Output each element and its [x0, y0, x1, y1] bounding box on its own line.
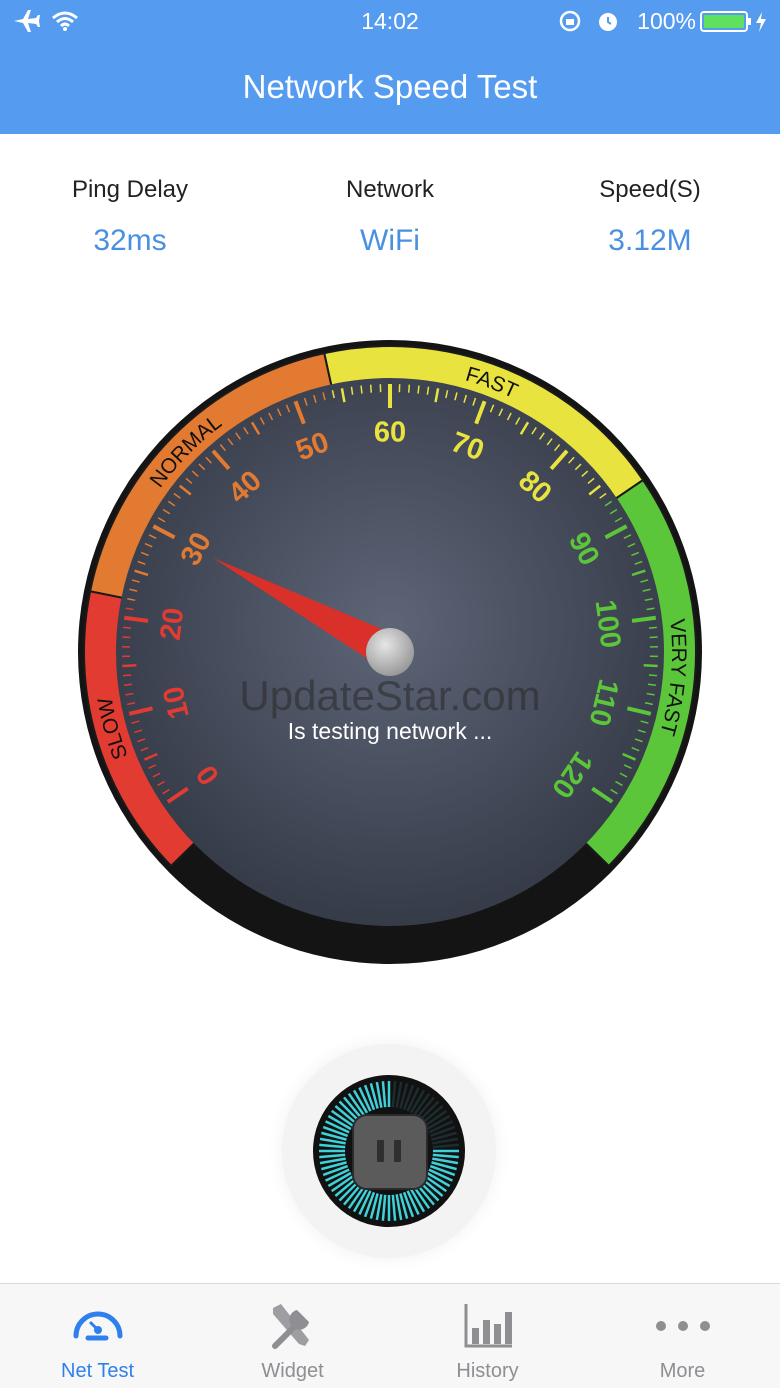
tab-bar: Net Test Widget History More — [0, 1283, 780, 1388]
tab-more[interactable]: More — [585, 1284, 780, 1388]
gauge-tick — [409, 385, 410, 393]
pause-button-face[interactable] — [353, 1115, 427, 1189]
watermark-text: UpdateStar.com — [0, 672, 780, 720]
testing-status: Is testing network ... — [0, 718, 780, 745]
gauge-tick — [122, 665, 136, 666]
tab-label: Widget — [195, 1360, 390, 1383]
gauge-tick — [123, 627, 131, 628]
speedometer-gauge: 0102030405060708090100110120 SLOWNORMALF… — [0, 0, 780, 1000]
tab-net-test[interactable]: Net Test — [0, 1284, 195, 1388]
gauge-tick — [644, 665, 658, 666]
control-button-container — [282, 1044, 496, 1258]
pause-button[interactable] — [282, 1044, 496, 1258]
tab-label: History — [390, 1360, 585, 1383]
tab-label: Net Test — [0, 1360, 195, 1383]
tab-widget[interactable]: Widget — [195, 1284, 390, 1388]
tab-label: More — [585, 1360, 780, 1383]
gauge-tick — [371, 385, 372, 393]
tab-history[interactable]: History — [390, 1284, 585, 1388]
gauge-tick — [418, 386, 419, 394]
bar-chart-icon — [460, 1300, 516, 1350]
tools-icon — [265, 1300, 321, 1352]
gauge-tick-label: 20 — [155, 606, 191, 642]
gauge-tick — [649, 627, 657, 628]
more-dots-icon — [655, 1300, 711, 1348]
gauge-hub — [366, 628, 414, 676]
gauge-tick — [361, 386, 362, 394]
speedometer-icon — [70, 1300, 126, 1348]
gauge-tick-label: 100 — [589, 598, 627, 650]
gauge-tick-label: 60 — [374, 417, 406, 449]
